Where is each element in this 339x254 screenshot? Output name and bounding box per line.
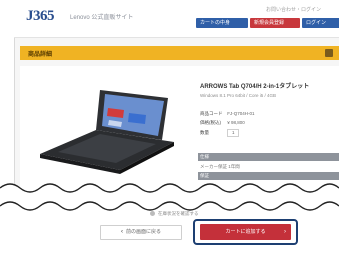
quantity-field[interactable]: 1 <box>227 129 240 137</box>
back-button[interactable]: ‹ 前の画面に戻る <box>100 225 182 240</box>
add-to-cart-label: カートに追加する <box>225 229 266 235</box>
product-title: ARROWS Tab Q704/H 2-in-1タブレット <box>200 84 310 90</box>
info-icon <box>150 211 155 217</box>
spec-key: 商品コード <box>200 111 223 116</box>
register-button[interactable]: 新規会員登録 <box>250 18 300 28</box>
spec-key: 数量 <box>200 130 209 136</box>
chevron-left-icon: ‹ <box>120 229 123 235</box>
spec-value: ¥ 98,800 <box>227 120 245 125</box>
spec-value: FJ-Q704H-01 <box>227 111 255 116</box>
product-subtitle: Windows 8.1 Pro 64bit / Core i5 / 4GB <box>200 93 277 98</box>
stock-note[interactable]: 在庫状況を確認する <box>150 211 199 217</box>
spec-row: 価格(税込) ¥ 98,800 <box>200 120 245 126</box>
collapse-icon[interactable] <box>325 49 333 57</box>
site-tagline: Lenovo 公式直販サイト <box>70 15 134 21</box>
product-image <box>40 90 174 174</box>
spec-line: メーカー保証 1年間 <box>200 164 240 169</box>
add-to-cart-button[interactable]: カートに追加する › <box>200 224 291 240</box>
section-title: 商品詳細 <box>28 52 53 58</box>
spec-section-title: 仕様 <box>200 154 209 159</box>
stock-note-label: 在庫状況を確認する <box>158 211 199 216</box>
spec-row: 商品コード FJ-Q704H-01 <box>200 111 255 117</box>
site-logo[interactable]: J365 <box>26 8 55 25</box>
chevron-right-icon: › <box>284 229 286 235</box>
login-button[interactable]: ログイン <box>302 18 339 28</box>
back-button-label: 前の画面に戻る <box>125 229 161 235</box>
spec-row: 数量 1 <box>200 129 240 137</box>
spec-key: 価格(税込) <box>200 120 221 125</box>
section-bar: 商品詳細 <box>20 46 339 60</box>
site-header: J365 Lenovo 公式直販サイト お問い合わせ・ログイン カートの中身 新… <box>14 0 339 38</box>
cart-contents-button[interactable]: カートの中身 <box>196 18 248 28</box>
screenshot-stage: J365 Lenovo 公式直販サイト お問い合わせ・ログイン カートの中身 新… <box>0 0 339 254</box>
header-top-links[interactable]: お問い合わせ・ログイン <box>266 6 321 13</box>
spec-section-header: 仕様 <box>198 153 339 161</box>
